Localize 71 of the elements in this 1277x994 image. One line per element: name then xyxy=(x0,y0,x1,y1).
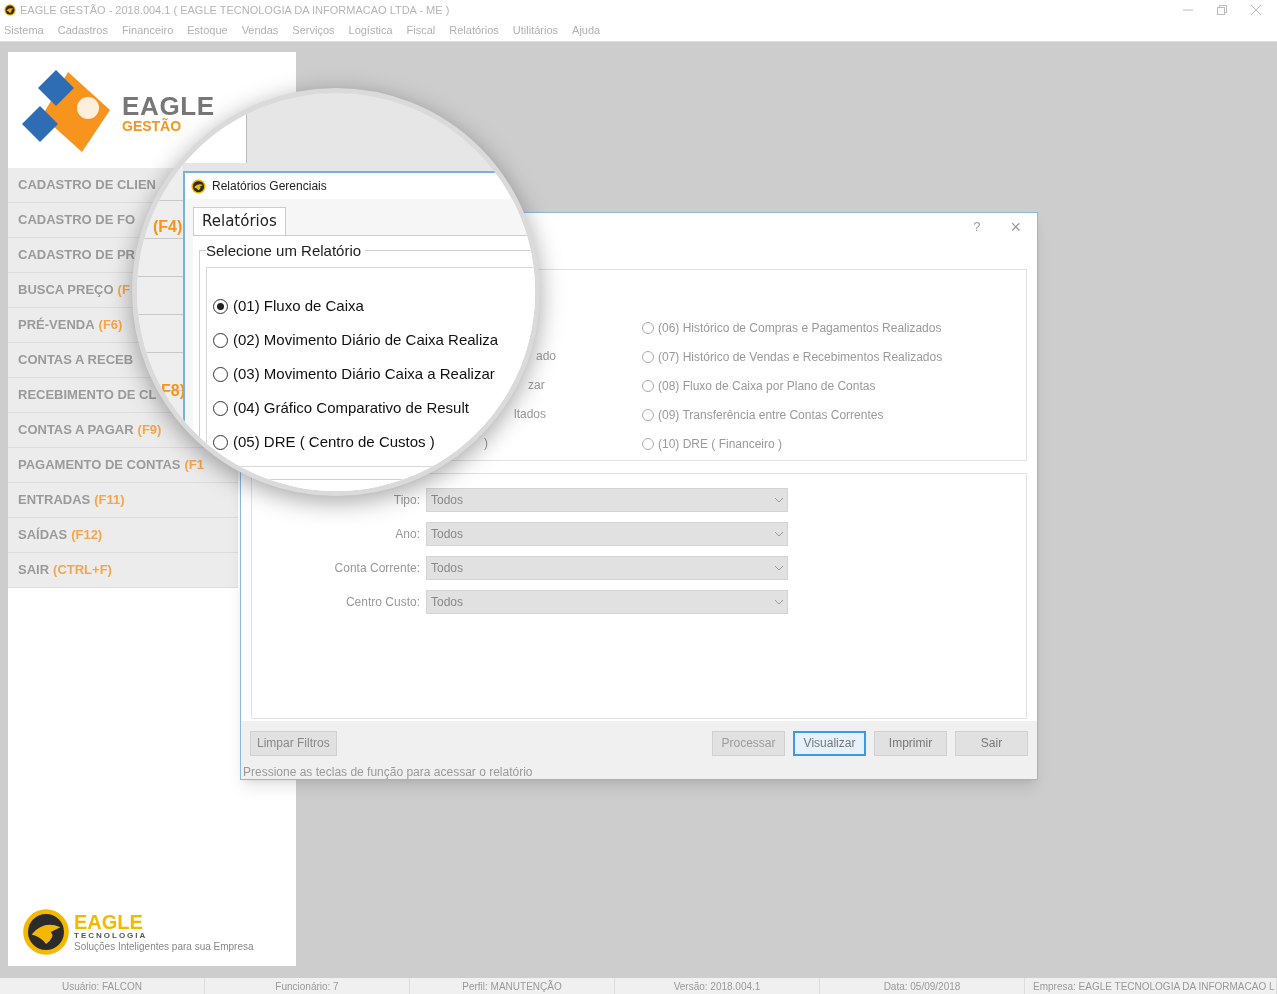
radio-button[interactable] xyxy=(213,400,228,416)
logo-subtitle: GESTÃO xyxy=(122,119,183,133)
footer-logo-subtitle: TECNOLOGIA xyxy=(74,932,149,940)
footer-tagline: Soluções Inteligentes para sua Empresa xyxy=(74,942,254,952)
filter-dropdown[interactable]: Todos xyxy=(426,590,788,614)
menu-item[interactable]: Estoque xyxy=(187,22,228,39)
filter-label: Tipo: xyxy=(392,492,420,509)
close-icon[interactable] xyxy=(1251,5,1261,15)
action-button[interactable]: Visualizar xyxy=(793,730,866,756)
menu-item[interactable]: Relatórios xyxy=(449,22,499,39)
filter-label: Ano: xyxy=(394,526,420,543)
radio-button[interactable] xyxy=(642,351,654,363)
chevron-down-icon xyxy=(775,497,783,503)
menu-item[interactable]: Sistema xyxy=(4,22,44,39)
report-option-label: ltados xyxy=(514,406,548,423)
menu-item[interactable]: Financeiro xyxy=(121,22,174,39)
report-option-label: (07) Histórico de Vendas e Recebimentos Realizados xyxy=(658,349,943,366)
status-item: Empresa: EAGLE TECNOLOGIA DA INFORMACAO L xyxy=(1033,979,1275,994)
menu-item[interactable]: Logística xyxy=(348,22,393,39)
hint-text: Pressione as teclas de função para acessar o relatório xyxy=(243,766,533,778)
report-option-label: ado xyxy=(536,348,558,365)
chevron-down-icon xyxy=(775,531,783,537)
radio-button[interactable] xyxy=(642,409,654,421)
radio-button[interactable] xyxy=(213,332,228,348)
help-button[interactable]: ? xyxy=(973,217,981,237)
menu-item[interactable]: Cadastros xyxy=(57,22,108,39)
radio-button[interactable] xyxy=(213,366,228,382)
eagle-logo-icon xyxy=(4,4,16,16)
filter-dropdown[interactable]: Todos xyxy=(426,556,788,580)
footer-logo-title: EAGLE xyxy=(74,912,144,932)
restore-icon[interactable] xyxy=(1217,5,1227,15)
status-item: Versão: 2018.004.1 xyxy=(673,979,761,994)
menu-item[interactable]: Ajuda xyxy=(572,22,601,39)
radio-button[interactable] xyxy=(642,380,654,392)
filter-dropdown[interactable]: Todos xyxy=(426,522,788,546)
window-title: EAGLE GESTÃO - 2018.004.1 ( EAGLE TECNOLOGIA DA INFORMACAO LTDA - ME ) xyxy=(20,2,450,18)
menu-item[interactable]: Serviços xyxy=(292,22,335,39)
report-option-label: (06) Histórico de Compras e Pagamentos Realizados xyxy=(658,320,942,337)
report-option-label: zar xyxy=(528,377,546,394)
radio-button[interactable] xyxy=(642,438,654,450)
status-item: Funcionário: 7 xyxy=(275,979,339,994)
report-option-label: (09) Transferência entre Contas Correntes xyxy=(658,407,884,424)
menu-item[interactable]: Utilitários xyxy=(512,22,559,39)
logo-title: EAGLE xyxy=(122,93,215,119)
report-option-label: (10) DRE ( Financeiro ) xyxy=(658,436,783,453)
sidebar-item[interactable]: SAIR (CTRL+F) xyxy=(8,553,238,588)
shortcut-key-text: (F4) xyxy=(153,217,183,237)
filter-label: Conta Corrente: xyxy=(333,560,420,577)
status-item: Perfil: MANUTENÇÃO xyxy=(462,979,562,994)
radio-button[interactable] xyxy=(213,298,228,314)
eagle-logo-icon xyxy=(191,178,206,194)
status-item: Data: 05/09/2018 xyxy=(883,979,961,994)
sidebar-item[interactable]: SAÍDAS (F12) xyxy=(8,518,238,553)
sidebar-item[interactable]: ENTRADAS (F11) xyxy=(8,483,238,518)
menu-item[interactable]: Vendas xyxy=(241,22,279,39)
chevron-down-icon xyxy=(775,599,783,605)
close-button[interactable]: × xyxy=(1010,213,1021,241)
action-button[interactable]: Sair xyxy=(955,730,1028,756)
chevron-down-icon xyxy=(775,565,783,571)
filter-label: Centro Custo: xyxy=(344,594,420,611)
filter-dropdown[interactable]: Todos xyxy=(426,488,788,512)
report-option-label: (08) Fluxo de Caixa por Plano de Contas xyxy=(658,378,876,395)
action-button[interactable]: Imprimir xyxy=(874,730,947,756)
eagle-logo-icon xyxy=(22,908,70,956)
report-option-label: ) xyxy=(484,435,489,452)
clear-filters-button[interactable]: Limpar Filtros xyxy=(250,730,337,756)
status-item: Usuário: FALCON xyxy=(62,979,142,994)
tab[interactable]: Relatórios xyxy=(193,207,286,235)
radio-button[interactable] xyxy=(213,434,228,450)
radio-button[interactable] xyxy=(642,322,654,334)
menu-item[interactable]: Fiscal xyxy=(406,22,436,39)
